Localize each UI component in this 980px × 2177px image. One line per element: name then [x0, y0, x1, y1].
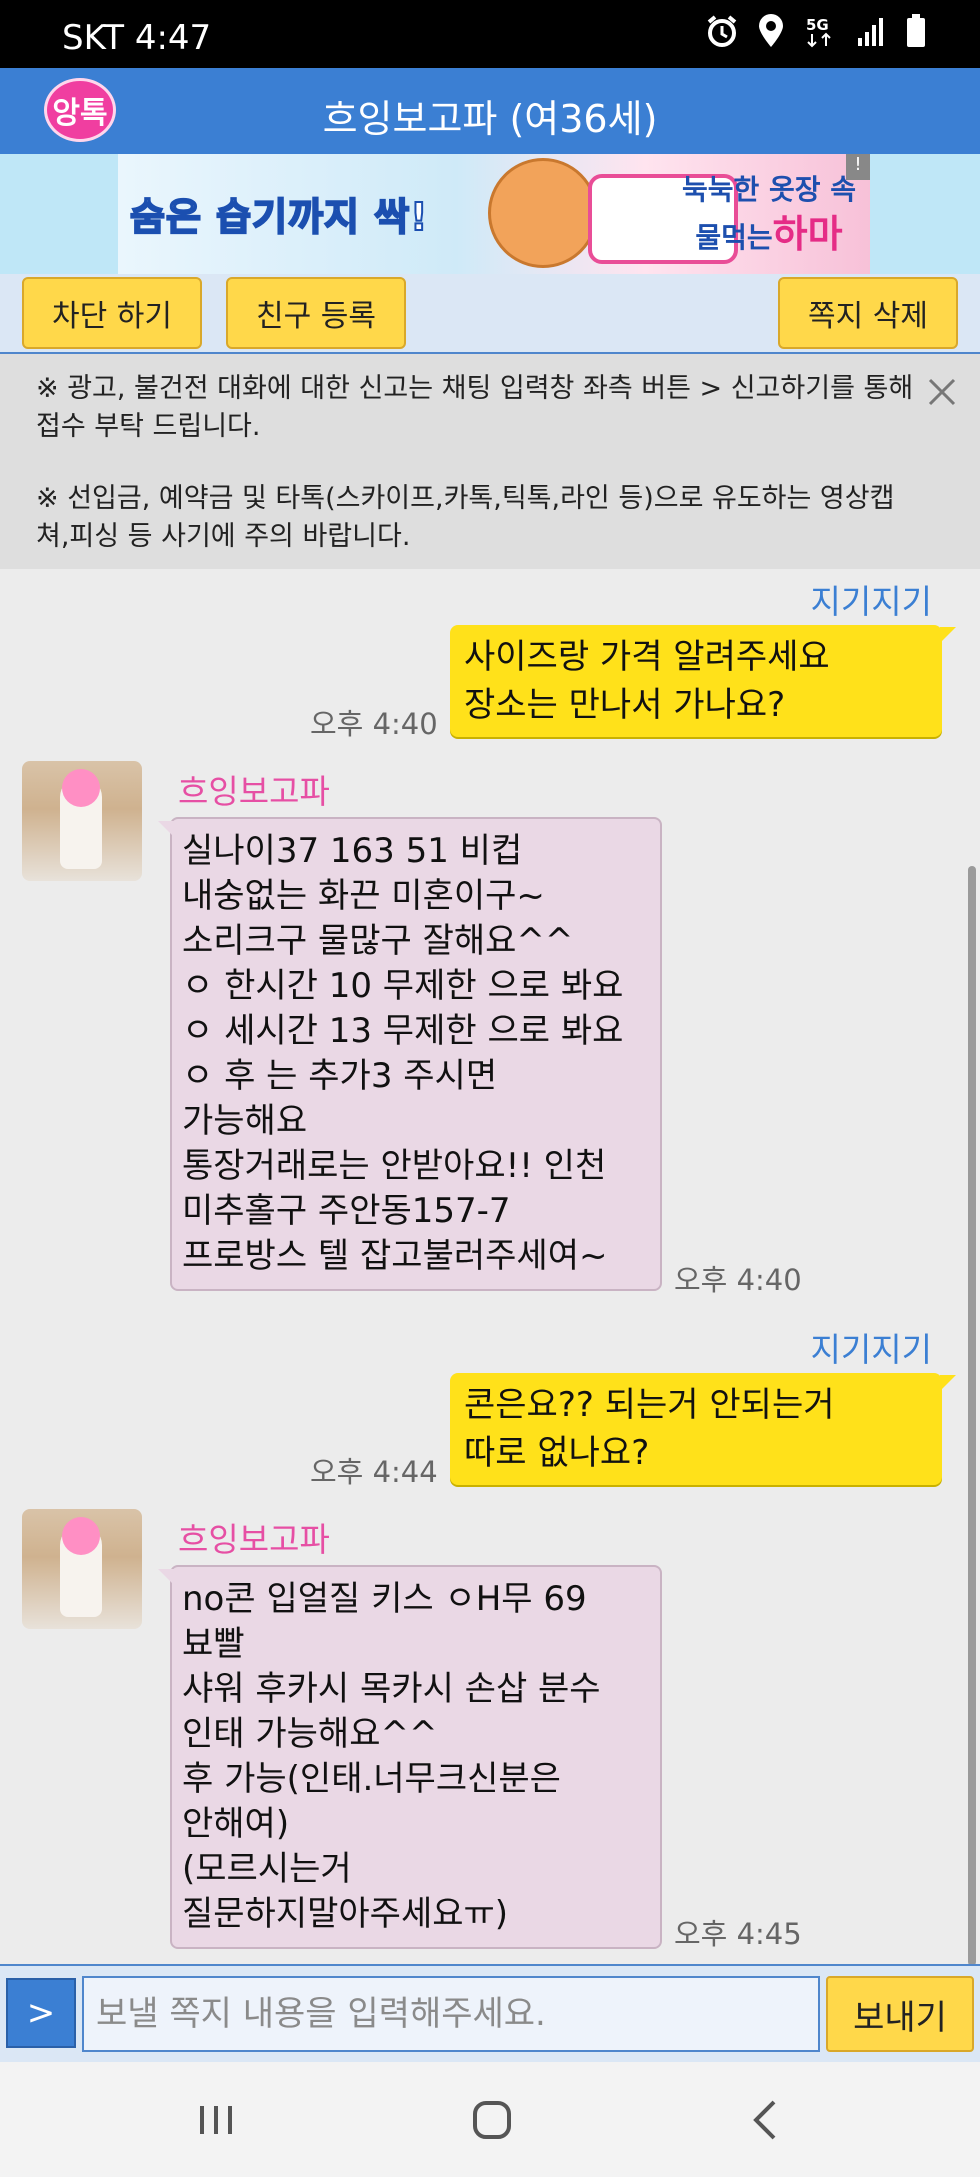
message-input[interactable]: [82, 1976, 820, 2052]
carrier-time: SKT 4:47: [62, 18, 212, 58]
message-line: 샤워 후카시 목카시 손삽 분수: [182, 1669, 601, 1709]
chat-scrollbar[interactable]: [968, 866, 976, 1966]
system-nav-bar: [0, 2062, 980, 2177]
action-bar: 차단 하기 친구 등록 쪽지 삭제: [0, 274, 980, 354]
message-time: 오후 4:44: [310, 1455, 438, 1489]
ad-info-icon[interactable]: !: [846, 154, 870, 180]
ad-line2: 물먹는하마: [682, 212, 856, 260]
message-line: 실나이37 163 51 비컵: [182, 831, 523, 871]
avatar[interactable]: [22, 1509, 142, 1629]
message-input-bar: > 보내기: [0, 1964, 980, 2062]
message-line: ㅇ 후 는 추가3 주시면: [182, 1056, 498, 1096]
alarm-icon: [707, 15, 737, 47]
send-button[interactable]: 보내기: [826, 1976, 974, 2052]
message-line: 장소는 만나서 가나요?: [464, 685, 786, 725]
message-line: 미추홀구 주안동157-7: [182, 1191, 511, 1231]
message-line: 사이즈랑 가격 알려주세요: [464, 637, 830, 677]
ad-brand: 하마: [772, 212, 843, 256]
5g-icon: 5G: [806, 16, 831, 48]
status-bar: SKT 4:47 5G: [0, 0, 980, 68]
message-time: 오후 4:40: [310, 707, 438, 741]
avatar[interactable]: [22, 761, 142, 881]
delete-message-button[interactable]: 쪽지 삭제: [778, 277, 958, 349]
other-message-bubble[interactable]: no콘 입얼질 키스 ㅇH무 69 뵤빨 샤워 후카시 목카시 손삽 분수 인태…: [158, 1565, 662, 1949]
other-message-bubble[interactable]: 실나이37 163 51 비컵 내숭없는 화끈 미혼이구~ 소리크구 물많구 잘…: [158, 817, 662, 1291]
home-icon[interactable]: [462, 2090, 522, 2150]
recent-apps-icon[interactable]: [186, 2090, 246, 2150]
chat-area[interactable]: 지기지기 오후 4:40 사이즈랑 가격 알려주세요 장소는 만나서 가나요? …: [0, 569, 980, 1964]
message-line: ㅇ 세시간 13 무제한 으로 봐요: [182, 1011, 624, 1051]
ad-headline: 숨은 습기까지 싹!: [129, 194, 429, 240]
my-sender-name: 지기지기: [810, 1330, 932, 1369]
message-line: 프로방스 텔 잡고불러주세여~: [182, 1236, 608, 1276]
message-line: 뵤빨: [182, 1624, 245, 1664]
message-line: 가능해요: [182, 1101, 308, 1141]
message-line: (모르시는거: [182, 1849, 352, 1889]
other-sender-name: 흐잉보고파: [178, 1520, 330, 1559]
report-menu-button[interactable]: >: [6, 1978, 76, 2048]
message-line: 후 가능(인태.너무크신분은: [182, 1759, 561, 1799]
my-message-bubble[interactable]: 사이즈랑 가격 알려주세요 장소는 만나서 가나요?: [450, 625, 956, 737]
block-button[interactable]: 차단 하기: [22, 277, 202, 349]
close-icon[interactable]: [922, 372, 962, 412]
message-time: 오후 4:45: [674, 1917, 802, 1951]
chat-title: 흐잉보고파 (여36세): [322, 97, 658, 141]
message-line: 안해여): [182, 1804, 290, 1844]
ad-image[interactable]: 숨은 습기까지 싹! 눅눅한 옷장 속 물먹는하마 !: [118, 154, 870, 274]
notice-report: ※ 광고, 불건전 대화에 대한 신고는 채팅 입력창 좌측 버튼 > 신고하기…: [36, 373, 914, 442]
message-line: 인태 가능해요^^: [182, 1714, 438, 1754]
signal-icon: [858, 18, 883, 46]
message-line: 소리크구 물많구 잘해요^^: [182, 921, 574, 961]
message-line: no콘 입얼질 키스 ㅇH무 69: [182, 1579, 587, 1619]
ad-banner[interactable]: 숨은 습기까지 싹! 눅눅한 옷장 속 물먹는하마 !: [0, 154, 980, 274]
status-icons: 5G: [706, 14, 926, 48]
avatar-sticker-icon: [62, 1517, 100, 1555]
location-icon: [759, 14, 783, 47]
add-friend-button[interactable]: 친구 등록: [226, 277, 406, 349]
ad-line2-prefix: 물먹는: [695, 221, 773, 254]
other-sender-name: 흐잉보고파: [178, 772, 330, 811]
warning-notice: ※ 광고, 불건전 대화에 대한 신고는 채팅 입력창 좌측 버튼 > 신고하기…: [0, 354, 980, 569]
notice-fraud: ※ 선입금, 예약금 및 타톡(스카이프,카톡,틱톡,라인 등)으로 유도하는 …: [36, 483, 895, 552]
message-line: 질문하지말아주세요ㅠ): [182, 1894, 509, 1934]
svg-text:5G: 5G: [806, 16, 829, 34]
message-time: 오후 4:40: [674, 1263, 802, 1297]
my-sender-name: 지기지기: [810, 582, 932, 621]
avatar-sticker-icon: [62, 769, 100, 807]
app-header: 앙톡 흐잉보고파 (여36세): [0, 68, 980, 154]
message-line: 통장거래로는 안받아요!! 인천: [182, 1146, 607, 1186]
hippo-mascot-icon: [488, 158, 598, 268]
back-icon[interactable]: [736, 2090, 796, 2150]
ad-copy: 눅눅한 옷장 속 물먹는하마: [682, 168, 856, 260]
message-line: 내숭없는 화끈 미혼이구~: [182, 876, 545, 916]
message-line: 콘은요?? 되는거 안되는거: [464, 1385, 835, 1425]
message-line: ㅇ 한시간 10 무제한 으로 봐요: [182, 966, 624, 1006]
my-message-bubble[interactable]: 콘은요?? 되는거 안되는거 따로 없나요?: [450, 1373, 956, 1485]
battery-icon: [907, 14, 925, 47]
ad-line1: 눅눅한 옷장 속: [681, 173, 856, 206]
message-line: 따로 없나요?: [464, 1433, 650, 1473]
